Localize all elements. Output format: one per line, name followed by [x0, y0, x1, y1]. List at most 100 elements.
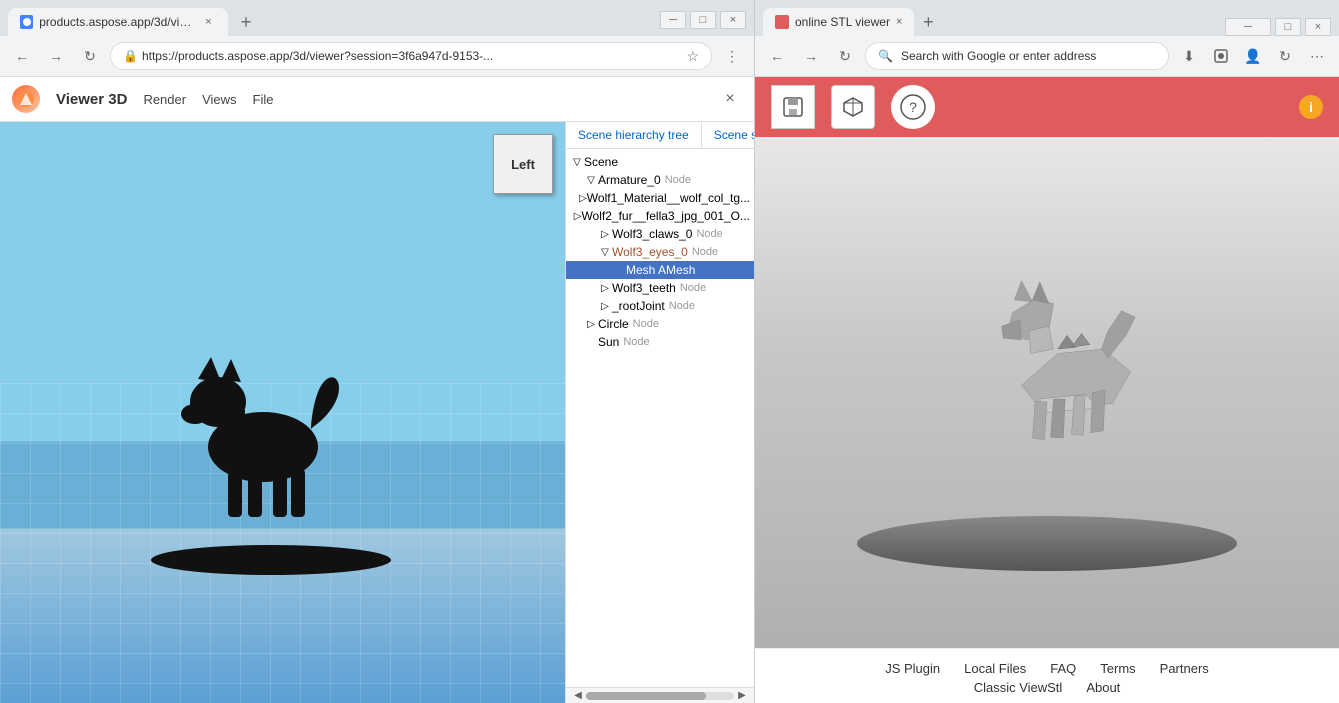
app-logo	[12, 85, 40, 113]
3d-viewport-right[interactable]	[755, 137, 1339, 648]
arrow-circle: ▷	[584, 319, 598, 330]
minimize-btn-right[interactable]: ─	[1225, 18, 1271, 36]
left-new-tab-btn[interactable]: +	[232, 8, 260, 36]
profile-icon-btn[interactable]: 👤	[1239, 42, 1267, 70]
tree-item-wolf1[interactable]: ▷ Wolf1_Material__wolf_col_tg...	[566, 189, 754, 207]
orientation-cube-left: Left	[493, 134, 553, 194]
3d-viewport-left[interactable]: Left	[0, 122, 565, 703]
maximize-btn[interactable]: □	[690, 11, 716, 29]
right-app-content: ? i	[755, 77, 1339, 703]
scroll-thumb[interactable]	[586, 692, 706, 700]
more-icons-btn[interactable]: ⋯	[1303, 42, 1331, 70]
tree-type-armature: Node	[665, 174, 691, 186]
left-tab-title: products.aspose.app/3d/view...	[39, 15, 195, 29]
tab-scene-hierarchy[interactable]: Scene hierarchy tree	[566, 122, 702, 148]
right-browser-tab[interactable]: online STL viewer ×	[763, 8, 914, 36]
arrow-scene: ▽	[570, 157, 584, 168]
help-btn-right[interactable]: ?	[891, 85, 935, 129]
arrow-wolf3eyes: ▽	[598, 247, 612, 258]
viewer3d-app-window: Viewer 3D Render Views File × Left	[0, 77, 754, 703]
tree-item-circle[interactable]: ▷ Circle Node	[566, 315, 754, 333]
scene-hierarchy-panel: Scene hierarchy tree Scene summary ▽ Sce…	[565, 122, 754, 703]
right-url-input[interactable]: 🔍 Search with Google or enter address	[865, 42, 1169, 70]
left-address-bar: ← → ↻ 🔒 https://products.aspose.app/3d/v…	[0, 36, 754, 76]
tree-type-circle: Node	[633, 318, 659, 330]
minimize-btn[interactable]: ─	[660, 11, 686, 29]
right-tab-title: online STL viewer	[795, 15, 890, 29]
right-tab-favicon	[775, 15, 789, 29]
app-close-btn[interactable]: ×	[718, 87, 742, 111]
menu-views[interactable]: Views	[202, 92, 236, 107]
lock-icon-left: 🔒	[123, 49, 138, 63]
app-main-content: Left	[0, 122, 754, 703]
tree-label-circle: Circle	[598, 317, 629, 331]
search-icon-right: 🔍	[878, 49, 893, 63]
tree-label-wolf2: Wolf2_fur__fella3_jpg_001_O...	[581, 209, 750, 223]
close-btn-left[interactable]: ×	[720, 11, 746, 29]
download-icon-btn[interactable]: ⬇	[1175, 42, 1203, 70]
forward-btn-left[interactable]: →	[42, 42, 70, 70]
red-toolbar: ? i	[755, 77, 1339, 137]
footer-link-local-files[interactable]: Local Files	[964, 661, 1026, 676]
tab-scene-summary[interactable]: Scene summary	[702, 122, 754, 148]
tree-label-wolf3claws: Wolf3_claws_0	[612, 227, 692, 241]
scroll-track[interactable]	[586, 692, 734, 700]
scene-tree: ▽ Scene ▽ Armature_0 Node ▷ Wolf1_	[566, 149, 754, 687]
footer-row-2: Classic ViewStl About	[771, 680, 1323, 695]
tree-item-rootjoint[interactable]: ▷ _rootJoint Node	[566, 297, 754, 315]
footer-link-faq[interactable]: FAQ	[1050, 661, 1076, 676]
refresh-btn-left[interactable]: ↻	[76, 42, 104, 70]
scroll-left-btn[interactable]: ◀	[570, 688, 586, 703]
scene-panel-scrollbar[interactable]: ◀ ▶	[566, 687, 754, 703]
tree-item-wolf2[interactable]: ▷ Wolf2_fur__fella3_jpg_001_O...	[566, 207, 754, 225]
footer-link-partners[interactable]: Partners	[1160, 661, 1209, 676]
left-browser-tab[interactable]: products.aspose.app/3d/view... ×	[8, 8, 228, 36]
arrow-rootjoint: ▷	[598, 301, 612, 312]
refresh-btn-right[interactable]: ↻	[831, 42, 859, 70]
right-browser-chrome: online STL viewer × + ─ □ × ← → ↻ 🔍 Sear…	[755, 0, 1339, 77]
tree-label-meshamesh: Mesh AMesh	[626, 263, 695, 277]
tree-label-sun: Sun	[598, 335, 619, 349]
tree-label-wolf1: Wolf1_Material__wolf_col_tg...	[587, 191, 750, 205]
star-icon-left[interactable]: ☆	[686, 48, 699, 65]
tree-item-wolf3eyes[interactable]: ▽ Wolf3_eyes_0 Node	[566, 243, 754, 261]
left-url-text: https://products.aspose.app/3d/viewer?se…	[142, 49, 686, 63]
wolf-model-right	[967, 239, 1167, 462]
app-title: Viewer 3D	[56, 91, 127, 108]
close-btn-right[interactable]: ×	[1305, 18, 1331, 36]
info-badge-right: i	[1299, 95, 1323, 119]
tree-item-wolf3claws[interactable]: ▷ Wolf3_claws_0 Node	[566, 225, 754, 243]
footer-link-about[interactable]: About	[1086, 680, 1120, 695]
forward-btn-right[interactable]: →	[797, 42, 825, 70]
arrow-armature: ▽	[584, 175, 598, 186]
maximize-btn-right[interactable]: □	[1275, 18, 1301, 36]
tree-label-armature: Armature_0	[598, 173, 661, 187]
scroll-right-btn[interactable]: ▶	[734, 688, 750, 703]
tree-label-scene: Scene	[584, 155, 618, 169]
extension-icon-btn[interactable]	[1207, 42, 1235, 70]
menu-btn-left[interactable]: ⋮	[718, 42, 746, 70]
tree-item-scene[interactable]: ▽ Scene	[566, 153, 754, 171]
tree-item-armature[interactable]: ▽ Armature_0 Node	[566, 171, 754, 189]
wolf-model-left	[163, 317, 363, 540]
left-tab-close[interactable]: ×	[201, 14, 216, 30]
save-btn-right[interactable]	[771, 85, 815, 129]
tree-item-sun[interactable]: Sun Node	[566, 333, 754, 351]
menu-file[interactable]: File	[253, 92, 274, 107]
panel-tabs: Scene hierarchy tree Scene summary	[566, 122, 754, 149]
arrow-wolf3claws: ▷	[598, 229, 612, 240]
tree-item-meshamesh[interactable]: Mesh AMesh	[566, 261, 754, 279]
cube-btn-right[interactable]	[831, 85, 875, 129]
menu-render[interactable]: Render	[143, 92, 186, 107]
footer-link-js-plugin[interactable]: JS Plugin	[885, 661, 940, 676]
footer-link-terms[interactable]: Terms	[1100, 661, 1135, 676]
footer-link-classic[interactable]: Classic ViewStl	[974, 680, 1063, 695]
left-url-input[interactable]: 🔒 https://products.aspose.app/3d/viewer?…	[110, 42, 712, 70]
right-tab-close[interactable]: ×	[896, 16, 902, 28]
right-new-tab-btn[interactable]: +	[914, 8, 942, 36]
tree-item-wolf3teeth[interactable]: ▷ Wolf3_teeth Node	[566, 279, 754, 297]
tab-favicon-left	[20, 15, 33, 29]
sync-icon-btn[interactable]: ↻	[1271, 42, 1299, 70]
back-btn-left[interactable]: ←	[8, 42, 36, 70]
back-btn-right[interactable]: ←	[763, 42, 791, 70]
